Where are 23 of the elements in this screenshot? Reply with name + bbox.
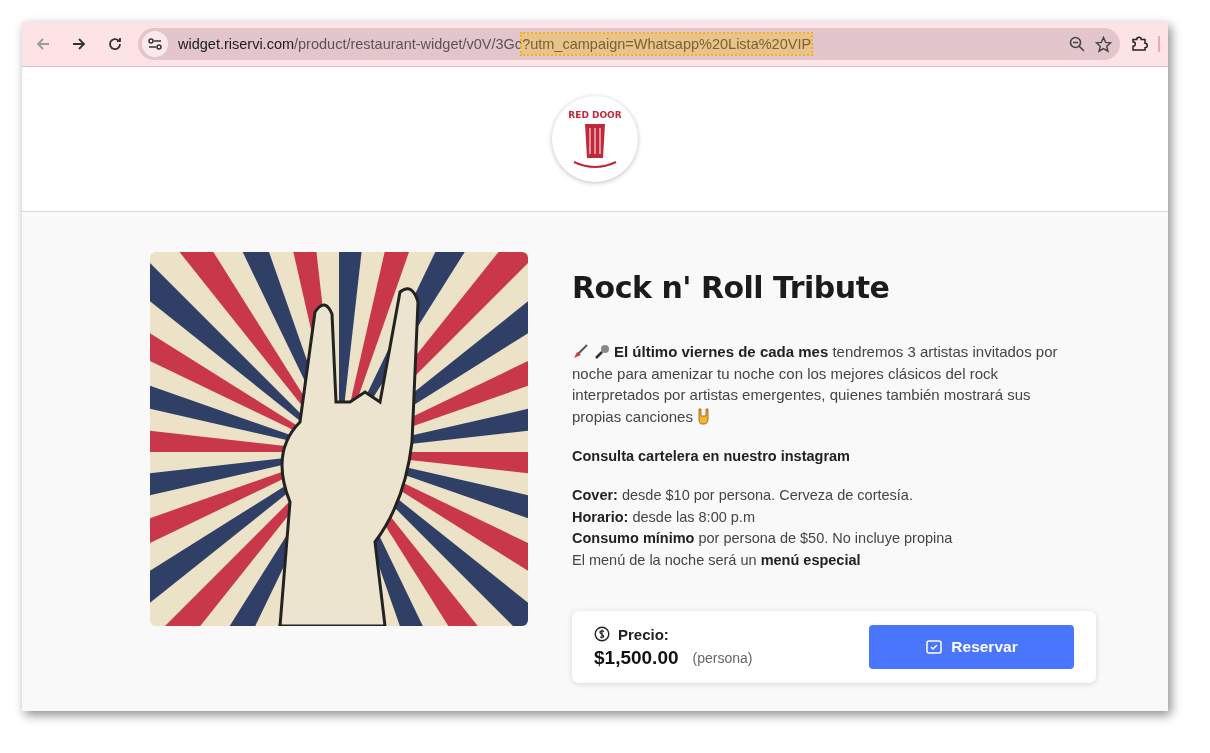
price-label: Precio: [618, 625, 669, 643]
calendar-check-icon [925, 639, 944, 655]
event-detail-line: Cover: desde $10 por persona. Cerveza de cortesía. [572, 486, 914, 505]
event-description: El último viernes de cada mes tendremos 3 artistas invitados por noche para amenizar tu noche con los mejores clásicos del rock interpretados por artistas emergentes, quienes también mostrará sus propias canciones [572, 342, 1059, 427]
back-arrow-icon [35, 36, 51, 52]
event-detail-line: El menú de la noche será un menú especial [572, 550, 862, 570]
star-icon[interactable] [1095, 35, 1112, 53]
dollar-icon [594, 626, 610, 642]
event-detail-line: Consumo mínimo por persona de $50. No incluye propina [572, 529, 954, 548]
extensions-icon[interactable] [1130, 35, 1148, 53]
rock-hand-icon [696, 406, 711, 425]
brewery-logo: RED DOOR [552, 96, 638, 182]
price-value: $1,500.00 [594, 646, 679, 669]
zoom-out-icon[interactable] [1069, 36, 1085, 52]
reserve-button[interactable]: Reservar [869, 625, 1074, 669]
price-unit: (persona) [692, 649, 753, 666]
reload-icon [107, 36, 123, 52]
microphone-icon [594, 344, 610, 360]
forward-arrow-icon [71, 36, 87, 52]
instagram-note: Consulta cartelera en nuestro instagram [572, 448, 851, 464]
event-title: Rock n' Roll Tribute [572, 270, 891, 305]
event-detail-line: Horario: desde las 8:00 p.m [572, 507, 756, 527]
site-settings-icon[interactable] [142, 31, 168, 57]
